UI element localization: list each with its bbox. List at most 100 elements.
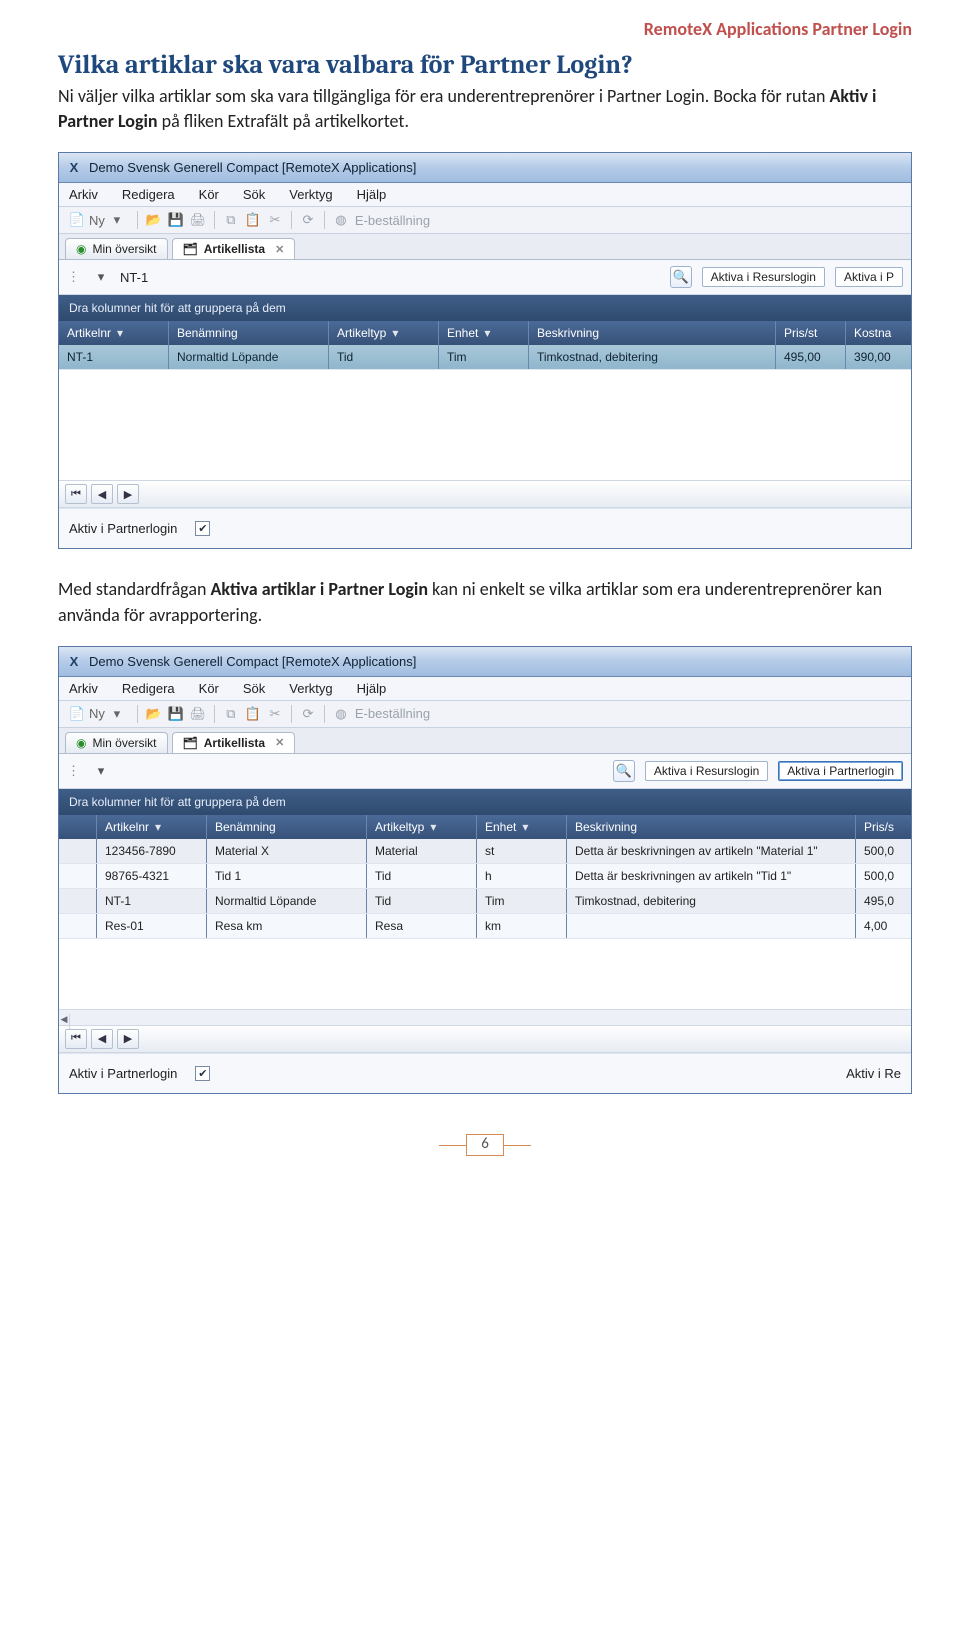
col-beskrivning[interactable]: Beskrivning [567, 815, 856, 839]
col-label: Enhet [447, 326, 478, 340]
cell-artikelnr: NT-1 [97, 889, 207, 913]
filter-partnerlogin[interactable]: Aktiva i Partnerlogin [778, 761, 903, 781]
menu-hjalp[interactable]: Hjälp [357, 187, 387, 202]
ebest-label[interactable]: E-beställning [355, 213, 430, 228]
col-label: Artikeltyp [375, 820, 424, 834]
menu-sok[interactable]: Sök [243, 187, 265, 202]
chevron-down-icon[interactable]: ▾ [92, 269, 110, 285]
filter-icon[interactable]: ▾ [484, 326, 490, 340]
paste-icon[interactable]: 📋 [245, 706, 261, 722]
page-number: 6 [466, 1134, 504, 1156]
new-label: Ny [89, 706, 105, 721]
copy-icon[interactable]: ⧉ [223, 212, 239, 228]
col-pris[interactable]: Pris/st [776, 321, 846, 345]
open-icon[interactable]: 📂 [146, 706, 162, 722]
table-row[interactable]: 98765-4321 Tid 1 Tid h Detta är beskrivn… [59, 864, 911, 889]
open-icon[interactable]: 📂 [146, 212, 162, 228]
cut-icon[interactable]: ✂ [267, 706, 283, 722]
filter-resurslogin[interactable]: Aktiva i Resurslogin [645, 761, 768, 781]
pager-prev-button[interactable]: ◀ [91, 1029, 113, 1049]
aktiv-partnerlogin-checkbox[interactable]: ✔ [195, 521, 210, 536]
pager-prev-button[interactable]: ◀ [91, 484, 113, 504]
tab-list-label: Artikellista [204, 736, 265, 750]
cut-icon[interactable]: ✂ [267, 212, 283, 228]
menu-verktyg[interactable]: Verktyg [289, 187, 332, 202]
pager-next-button[interactable]: ▶ [117, 1029, 139, 1049]
groupbar[interactable]: Dra kolumner hit för att gruppera på dem [59, 789, 911, 815]
close-icon[interactable]: ✕ [275, 243, 284, 256]
h-scrollbar[interactable]: ◀ [59, 1009, 911, 1025]
col-artikeltyp[interactable]: Artikeltyp▾ [329, 321, 439, 345]
menu-sok[interactable]: Sök [243, 681, 265, 696]
filter-partnerlogin-short[interactable]: Aktiva i P [835, 267, 903, 287]
table-row[interactable]: NT-1 Normaltid Löpande Tid Tim Timkostna… [59, 889, 911, 914]
menu-arkiv[interactable]: Arkiv [69, 681, 98, 696]
print-icon[interactable]: 🖨 [190, 706, 206, 722]
table-row[interactable]: 123456-7890 Material X Material st Detta… [59, 839, 911, 864]
menu-kor[interactable]: Kör [199, 187, 219, 202]
col-enhet[interactable]: Enhet ▾ [439, 321, 529, 345]
search-button[interactable]: 🔍 [613, 760, 635, 782]
col-artikelnr[interactable]: Artikelnr▾ [97, 815, 207, 839]
overview-icon: ◉ [76, 736, 86, 750]
cell-benamning: Normaltid Löpande [169, 345, 329, 369]
refresh-icon[interactable]: ⟳ [300, 706, 316, 722]
menu-verktyg[interactable]: Verktyg [289, 681, 332, 696]
print-icon[interactable]: 🖨 [190, 212, 206, 228]
tab-overview-label: Min översikt [92, 242, 156, 256]
col-artikeltyp[interactable]: Artikeltyp ▾ [367, 815, 477, 839]
close-icon[interactable]: ✕ [275, 736, 284, 749]
menu-kor[interactable]: Kör [199, 681, 219, 696]
col-artikelnr[interactable]: Artikelnr▾ [59, 321, 169, 345]
pager-first-button[interactable]: ⏮ [65, 1029, 87, 1049]
menu-hjalp[interactable]: Hjälp [357, 681, 387, 696]
cell-beskrivning: Timkostnad, debitering [529, 345, 776, 369]
ebest-label[interactable]: E-beställning [355, 706, 430, 721]
toolbar: 📄 Ny ▾ 📂 💾 🖨 ⧉ 📋 ✂ ⟳ ◍ E-beställning [59, 701, 911, 728]
filter-icon[interactable]: ▾ [392, 326, 398, 340]
filter-icon[interactable]: ▾ [117, 326, 123, 340]
refresh-icon[interactable]: ⟳ [300, 212, 316, 228]
col-pris[interactable]: Pris/s [856, 815, 911, 839]
tab-artikellista[interactable]: 🗂 Artikellista ✕ [172, 732, 296, 753]
filter-resurslogin[interactable]: Aktiva i Resurslogin [702, 267, 825, 287]
copy-icon[interactable]: ⧉ [223, 706, 239, 722]
grip-icon: ⋮ [67, 763, 82, 779]
col-beskrivning[interactable]: Beskrivning [529, 321, 776, 345]
pager-first-button[interactable]: ⏮ [65, 484, 87, 504]
menu-arkiv[interactable]: Arkiv [69, 187, 98, 202]
para1-tail: på fliken Extrafält på artikelkortet. [158, 110, 409, 132]
table-row[interactable]: NT-1 Normaltid Löpande Tid Tim Timkostna… [59, 345, 911, 370]
col-benamning[interactable]: Benämning [169, 321, 329, 345]
tab-overview[interactable]: ◉ Min översikt [65, 238, 168, 259]
filter-icon[interactable]: ▾ [430, 820, 436, 834]
tab-artikellista[interactable]: 🗂 Artikellista ✕ [172, 238, 296, 259]
col-benamning[interactable]: Benämning [207, 815, 367, 839]
menu-redigera[interactable]: Redigera [122, 187, 175, 202]
save-icon[interactable]: 💾 [168, 212, 184, 228]
search-button[interactable]: 🔍 [670, 266, 692, 288]
app-logo-icon: X [65, 159, 83, 177]
list-icon: 🗂 [183, 736, 198, 750]
table-row[interactable]: Res-01 Resa km Resa km 4,00 [59, 914, 911, 939]
col-kostnad[interactable]: Kostna [846, 321, 911, 345]
filter-icon[interactable]: ▾ [155, 820, 161, 834]
chevron-down-icon[interactable]: ▾ [92, 763, 110, 779]
cell-beskrivning [567, 914, 856, 938]
cell-artikelnr: 123456-7890 [97, 839, 207, 863]
app-window-1: X Demo Svensk Generell Compact [RemoteX … [58, 152, 912, 549]
save-icon[interactable]: 💾 [168, 706, 184, 722]
groupbar[interactable]: Dra kolumner hit för att gruppera på dem [59, 295, 911, 321]
paste-icon[interactable]: 📋 [245, 212, 261, 228]
new-button[interactable]: 📄 Ny ▾ [65, 210, 129, 230]
tab-overview[interactable]: ◉ Min översikt [65, 732, 168, 753]
filter-icon[interactable]: ▾ [522, 820, 528, 834]
aktiv-partnerlogin-checkbox[interactable]: ✔ [195, 1066, 210, 1081]
globe-icon: ◍ [333, 706, 349, 722]
para2-bold: Aktiva artiklar i Partner Login [210, 578, 428, 600]
new-button[interactable]: 📄 Ny ▾ [65, 704, 129, 724]
overview-icon: ◉ [76, 242, 86, 256]
pager-next-button[interactable]: ▶ [117, 484, 139, 504]
col-enhet[interactable]: Enhet▾ [477, 815, 567, 839]
menu-redigera[interactable]: Redigera [122, 681, 175, 696]
